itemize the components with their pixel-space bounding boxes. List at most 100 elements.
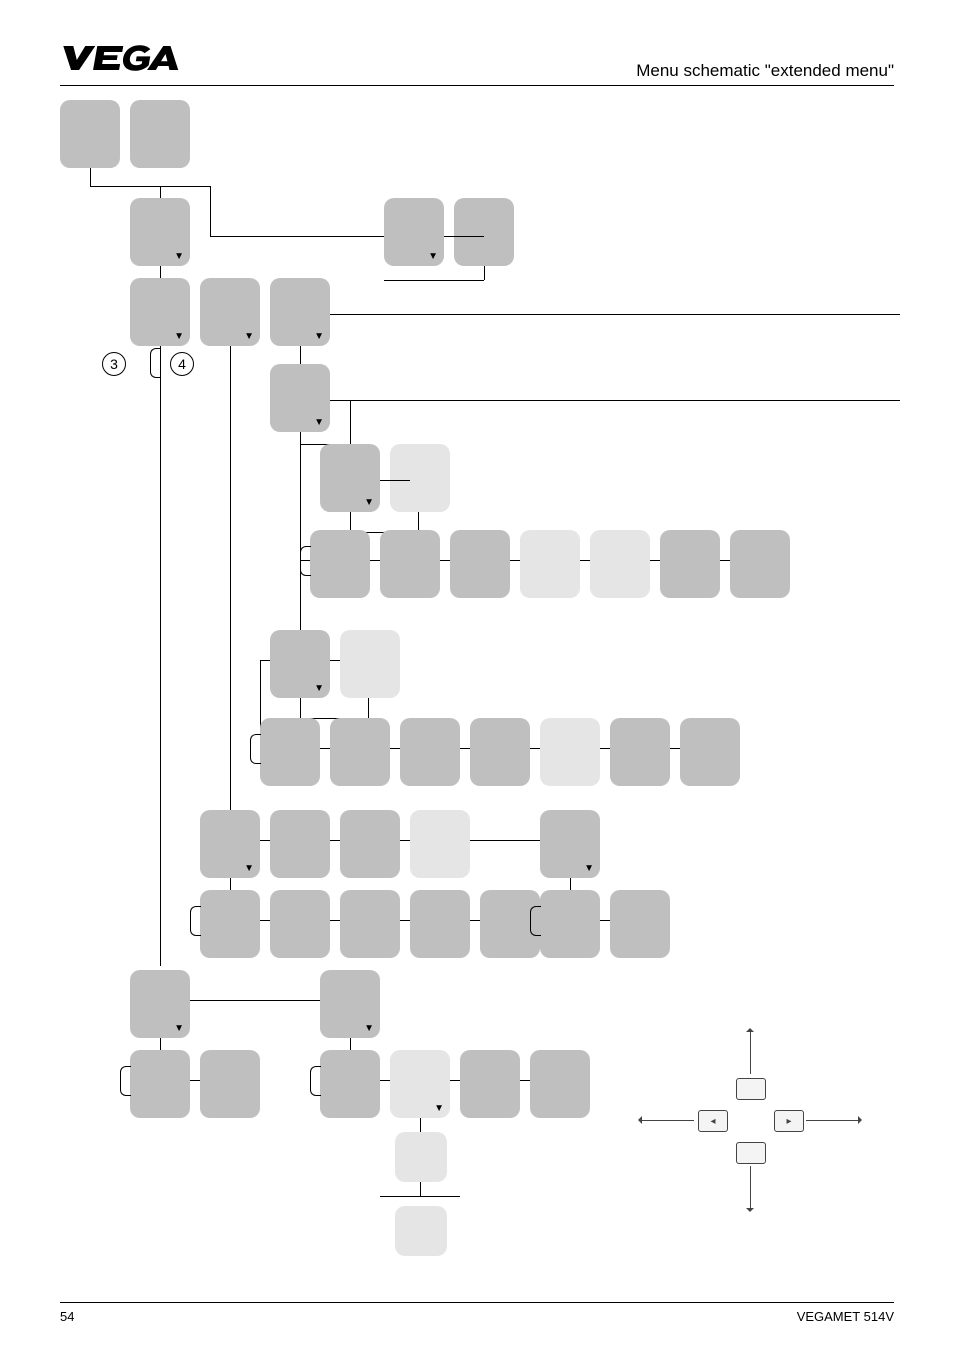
- diagram-node: [310, 530, 370, 598]
- diagram-node: [130, 198, 190, 266]
- diagram-node: [340, 890, 400, 958]
- product-name: VEGAMET 514V: [797, 1309, 894, 1324]
- diagram-node: [520, 530, 580, 598]
- nav-left-key: ◂: [698, 1110, 728, 1132]
- circled-label-4: 4: [170, 352, 194, 376]
- diagram-node: [200, 810, 260, 878]
- diagram-node: [270, 630, 330, 698]
- diagram-node: [454, 198, 514, 266]
- diagram-node: [270, 890, 330, 958]
- connector: [300, 560, 301, 630]
- connector: [160, 366, 161, 966]
- diagram-node: [390, 1050, 450, 1118]
- connector: [300, 698, 301, 718]
- diagram-node: [270, 278, 330, 346]
- connector: [384, 280, 484, 281]
- diagram-node: [330, 718, 390, 786]
- page-footer: 54 VEGAMET 514V: [60, 1302, 894, 1324]
- nav-up-key: [736, 1078, 766, 1100]
- connector: [380, 480, 410, 481]
- diagram-node: [320, 1050, 380, 1118]
- connector: [160, 1038, 161, 1050]
- connector: [330, 314, 900, 315]
- connector: [90, 186, 210, 187]
- diagram-node: [540, 810, 600, 878]
- diagram-node: [340, 810, 400, 878]
- diagram-node: [270, 810, 330, 878]
- header-divider: [60, 85, 894, 86]
- arrow-down: [750, 1166, 751, 1210]
- diagram-node: [200, 1050, 260, 1118]
- bracket-icon: [120, 1066, 131, 1096]
- arrow-up: [750, 1030, 751, 1074]
- diagram-node: [130, 278, 190, 346]
- diagram-node: [460, 1050, 520, 1118]
- connector: [160, 186, 161, 198]
- connector: [350, 512, 351, 532]
- diagram-node: [384, 198, 444, 266]
- connector: [330, 400, 900, 401]
- connector: [368, 698, 369, 718]
- diagram-node: [395, 1132, 447, 1182]
- diagram-node: [340, 630, 400, 698]
- arrow-left: [640, 1120, 694, 1121]
- diagram-node: [610, 890, 670, 958]
- connector: [230, 878, 231, 890]
- connector: [90, 168, 91, 186]
- circled-label-3: 3: [102, 352, 126, 376]
- bracket-icon: [310, 1066, 321, 1096]
- connector: [300, 346, 301, 364]
- connector: [230, 346, 231, 826]
- diagram-node: [130, 1050, 190, 1118]
- vega-logo-icon: [60, 40, 180, 76]
- diagram-node: [260, 718, 320, 786]
- diagram-node: [590, 530, 650, 598]
- page-header: Menu schematic "extended menu": [60, 40, 894, 81]
- diagram-node: [270, 364, 330, 432]
- diagram-node: [200, 890, 260, 958]
- bracket-icon: [250, 734, 261, 764]
- connector: [484, 266, 485, 280]
- page-number: 54: [60, 1309, 74, 1324]
- connector: [160, 266, 161, 278]
- connector: [380, 1196, 460, 1197]
- diagram-node: [470, 718, 530, 786]
- diagram-node: [450, 530, 510, 598]
- diagram-node: [320, 444, 380, 512]
- diagram-node: [320, 970, 380, 1038]
- diagram-node: [390, 444, 450, 512]
- nav-right-key: ▸: [774, 1110, 804, 1132]
- diagram-node: [400, 718, 460, 786]
- diagram-node: [410, 810, 470, 878]
- diagram-canvas: 3 4: [60, 100, 900, 1260]
- connector: [350, 1038, 351, 1050]
- logo-vega: [60, 40, 180, 81]
- diagram-node: [410, 890, 470, 958]
- diagram-node: [130, 100, 190, 168]
- diagram-node: [530, 1050, 590, 1118]
- diagram-node: [380, 530, 440, 598]
- diagram-node: [130, 970, 190, 1038]
- bracket-icon: [300, 546, 311, 576]
- diagram-node: [680, 718, 740, 786]
- connector: [350, 400, 351, 444]
- diagram-node: [660, 530, 720, 598]
- bracket-icon: [190, 906, 201, 936]
- nav-compass: ◂ ▸: [630, 1030, 870, 1210]
- connector: [420, 1182, 421, 1196]
- nav-down-key: [736, 1142, 766, 1164]
- diagram-node: [540, 890, 600, 958]
- diagram-node: [610, 718, 670, 786]
- connector: [210, 186, 211, 236]
- header-title: Menu schematic "extended menu": [636, 61, 894, 81]
- connector: [300, 432, 301, 444]
- diagram-node: [395, 1206, 447, 1256]
- diagram-node: [200, 278, 260, 346]
- diagram-node: [730, 530, 790, 598]
- connector: [418, 512, 419, 532]
- connector: [570, 878, 571, 890]
- connector: [420, 1118, 421, 1132]
- bracket-icon: [530, 906, 541, 936]
- connector: [300, 444, 301, 560]
- arrow-right: [806, 1120, 860, 1121]
